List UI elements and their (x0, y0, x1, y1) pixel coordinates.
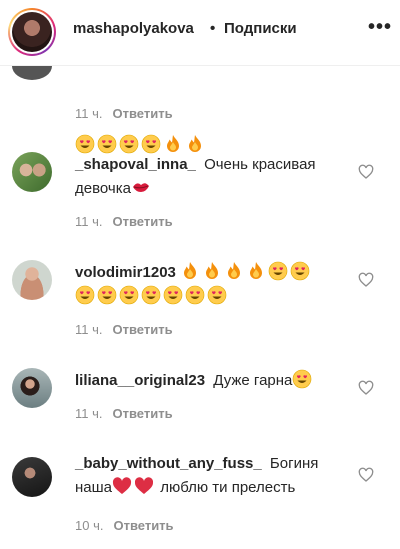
header-separator: • (210, 20, 216, 37)
comment-emojis (75, 285, 229, 305)
comment-time: 11 ч. (75, 214, 103, 229)
reply-button[interactable]: Ответить (113, 322, 173, 337)
heart-eyes-emoji (141, 134, 161, 154)
heart-eyes-emoji (185, 285, 205, 305)
comment-emojis (112, 476, 156, 496)
heart-eyes-emoji (97, 134, 117, 154)
heart-eyes-emoji (268, 261, 288, 281)
red-heart-emoji (134, 476, 154, 496)
lips-emoji (131, 177, 151, 197)
comment-username[interactable]: _shapoval_inna_ (75, 156, 196, 173)
fire-emoji (224, 261, 244, 281)
heart-eyes-emoji (75, 134, 95, 154)
comment-meta: 11 ч. Ответить (75, 322, 173, 337)
comment-meta: 11 ч. Ответить (75, 106, 173, 121)
like-heart-icon[interactable] (358, 272, 374, 288)
comment-meta: 11 ч. Ответить (75, 214, 173, 229)
heart-eyes-emoji (119, 134, 139, 154)
comment-text: _baby_without_any_fuss_ Богиня наша любл… (75, 452, 360, 500)
reply-button[interactable]: Ответить (113, 406, 173, 421)
comment-line: Дуже гарна (213, 372, 293, 389)
header-username[interactable]: mashapolyakova (73, 20, 194, 37)
following-button[interactable]: Подписки (224, 20, 297, 37)
red-heart-emoji (112, 476, 132, 496)
fire-emoji (180, 261, 200, 281)
comment-text: volodimir1203 (75, 261, 360, 309)
like-heart-icon[interactable] (358, 164, 374, 180)
heart-eyes-emoji (292, 369, 312, 389)
heart-eyes-emoji (163, 285, 183, 305)
comment-line: Очень красивая (204, 156, 316, 173)
comment-username[interactable]: volodimir1203 (75, 264, 176, 281)
comment-username[interactable]: _baby_without_any_fuss_ (75, 455, 262, 472)
heart-eyes-emoji (207, 285, 227, 305)
comment-line: люблю ти прелесть (160, 479, 296, 496)
comment-time: 11 ч. (75, 406, 103, 421)
avatar[interactable] (12, 260, 52, 300)
fire-emoji (202, 261, 222, 281)
comment-emojis (180, 261, 312, 281)
comment-emojis (292, 369, 314, 389)
avatar[interactable] (12, 152, 52, 192)
more-options-icon[interactable]: ••• (368, 16, 392, 39)
avatar[interactable] (12, 66, 52, 80)
avatar[interactable] (12, 368, 52, 408)
heart-eyes-emoji (97, 285, 117, 305)
comment-text: liliana__original23 Дуже гарна (75, 369, 360, 393)
avatar[interactable] (12, 457, 52, 497)
fire-emoji (185, 134, 205, 154)
fire-emoji (163, 134, 183, 154)
comment-line: наша (75, 479, 113, 496)
like-heart-icon[interactable] (358, 380, 374, 396)
reply-button[interactable]: Ответить (113, 106, 173, 121)
heart-eyes-emoji (75, 285, 95, 305)
comment-line: девочка (75, 180, 131, 197)
post-header: mashapolyakova • Подписки ••• (0, 0, 400, 66)
comment-username[interactable]: liliana__original23 (75, 372, 205, 389)
comment-text: _shapoval_inna_ Очень красивая девочка (75, 153, 360, 201)
heart-eyes-emoji (119, 285, 139, 305)
comment-meta: 10 ч. Ответить (75, 518, 174, 533)
heart-eyes-emoji (290, 261, 310, 281)
heart-eyes-emoji (141, 285, 161, 305)
like-heart-icon[interactable] (358, 467, 374, 483)
profile-avatar[interactable] (8, 8, 56, 56)
reply-button[interactable]: Ответить (113, 518, 173, 533)
comment-time: 11 ч. (75, 106, 103, 121)
comment-meta: 11 ч. Ответить (75, 406, 173, 421)
reply-button[interactable]: Ответить (113, 214, 173, 229)
comment-line: Богиня (269, 455, 319, 472)
comment-time: 10 ч. (75, 518, 104, 533)
fire-emoji (246, 261, 266, 281)
comment-time: 11 ч. (75, 322, 103, 337)
